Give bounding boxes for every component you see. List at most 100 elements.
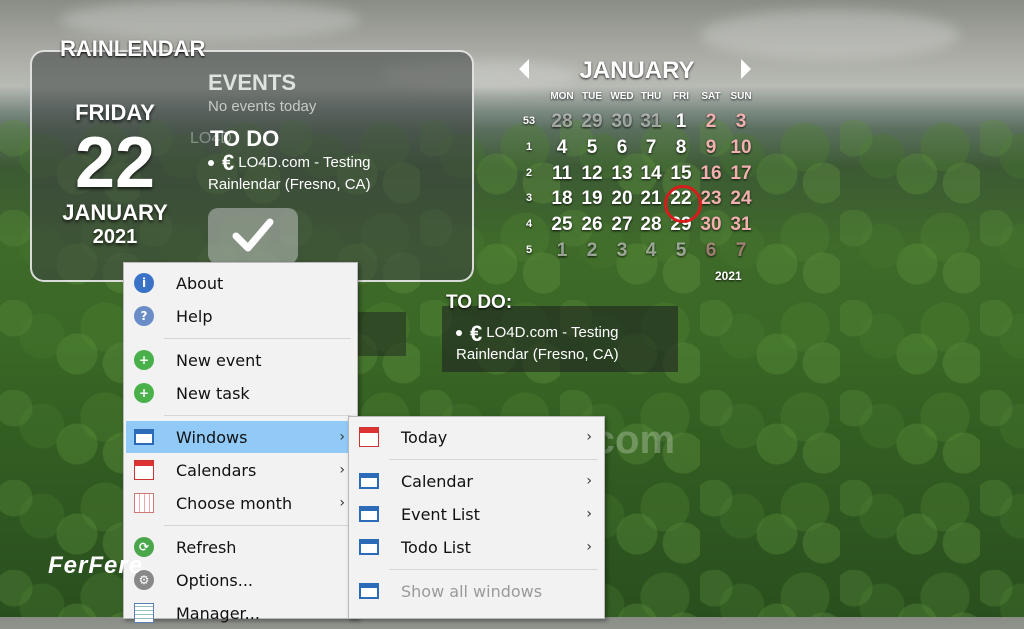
calendar-day[interactable]: 25: [547, 214, 577, 236]
calendar-icon: [134, 460, 154, 480]
calendar-day[interactable]: 6: [607, 137, 637, 159]
menu-item-calendars[interactable]: Calendars ›: [126, 454, 355, 486]
calendar-day[interactable]: 12: [577, 163, 607, 185]
menu-item-label: Manager...: [176, 603, 260, 623]
menu-item-choose-month[interactable]: Choose month ›: [126, 487, 355, 519]
calendar-day[interactable]: 6: [696, 240, 726, 262]
menu-separator: [164, 525, 351, 526]
calendar-day[interactable]: 2: [577, 240, 607, 262]
calendar-day[interactable]: 1: [547, 240, 577, 262]
chevron-right-icon: ›: [586, 506, 592, 522]
calendar-day[interactable]: 8: [666, 137, 696, 159]
year-label: 2021: [92, 226, 138, 248]
calendar-day[interactable]: 30: [607, 111, 637, 133]
calendar-day[interactable]: 15: [666, 163, 696, 185]
calendar-day[interactable]: 27: [607, 214, 637, 236]
calendar-day[interactable]: 5: [577, 137, 607, 159]
calendar-day[interactable]: 29: [577, 111, 607, 133]
complete-task-button[interactable]: [208, 208, 298, 264]
calendar-day[interactable]: 2: [696, 111, 726, 133]
todo-item[interactable]: € LO4D.com - Testing Rainlendar (Fresno, …: [208, 152, 428, 196]
window-icon: [359, 506, 379, 522]
weekday-header: MON: [550, 91, 574, 102]
plus-icon: +: [134, 350, 154, 370]
menu-item-new-task[interactable]: + New task: [126, 377, 355, 409]
calendar-day[interactable]: 20: [607, 188, 637, 210]
plus-icon: +: [134, 383, 154, 403]
info-icon: i: [134, 273, 154, 293]
month-grid-icon: [134, 493, 154, 513]
calendar-day[interactable]: 19: [577, 188, 607, 210]
calendar-day[interactable]: 1: [666, 111, 696, 133]
menu-item-help[interactable]: ? Help: [126, 300, 355, 332]
next-month-icon[interactable]: [741, 59, 751, 79]
todo-list-widget: TO DO: € LO4D.com - Testing Rainlendar (F…: [442, 292, 678, 372]
week-number: 53: [522, 115, 536, 127]
calendar-day[interactable]: 17: [726, 163, 756, 185]
calendar-day[interactable]: 4: [547, 137, 577, 159]
menu-item-todo-list[interactable]: Todo List ›: [351, 531, 602, 563]
manager-icon: [134, 603, 154, 623]
menu-separator: [389, 459, 598, 460]
todo-list-item[interactable]: € LO4D.com - Testing Rainlendar (Fresno, …: [456, 322, 676, 365]
today-highlight-ring: [664, 185, 702, 223]
menu-item-label: New task: [176, 383, 250, 403]
calendar-day[interactable]: 5: [666, 240, 696, 262]
week-number: 3: [525, 192, 533, 204]
menu-item-label: Windows: [176, 427, 248, 447]
menu-item-event-list[interactable]: Event List ›: [351, 498, 602, 530]
calendar-day[interactable]: 21: [636, 188, 666, 210]
menu-item-today[interactable]: Today ›: [351, 421, 602, 453]
chevron-right-icon: ›: [586, 473, 592, 489]
calendar-day[interactable]: 28: [636, 214, 666, 236]
calendar-day[interactable]: 24: [726, 188, 756, 210]
calendar-day[interactable]: 9: [696, 137, 726, 159]
calendar-day[interactable]: 26: [577, 214, 607, 236]
calendar-day[interactable]: 14: [636, 163, 666, 185]
menu-item-label: Today: [401, 427, 448, 447]
menu-item-label: Options...: [176, 570, 253, 590]
cloud: [700, 10, 960, 60]
calendar-day[interactable]: 4: [636, 240, 666, 262]
context-menu: i About? Help + New event + New task Windows › Ca…: [123, 262, 358, 623]
calendar-day[interactable]: 31: [636, 111, 666, 133]
bullet-icon: [456, 330, 462, 337]
menu-item-calendar[interactable]: Calendar ›: [351, 465, 602, 497]
weekday-header: SAT: [701, 91, 721, 102]
calendar-day[interactable]: 7: [726, 240, 756, 262]
calendar-day[interactable]: 11: [547, 163, 577, 185]
today-date-block: FRIDAY 22 JANUARY 2021: [40, 100, 190, 249]
calendar-day[interactable]: 3: [607, 240, 637, 262]
menu-item-windows[interactable]: Windows ›: [126, 421, 355, 453]
weekday-header: SUN: [730, 91, 752, 102]
help-icon: ?: [134, 306, 154, 326]
calendar-day[interactable]: 10: [726, 137, 756, 159]
previous-month-icon[interactable]: [519, 59, 529, 79]
menu-item-manager[interactable]: Manager...: [126, 597, 355, 629]
calendar-day[interactable]: 16: [696, 163, 726, 185]
menu-item-about[interactable]: i About: [126, 267, 355, 299]
calendar-day[interactable]: 3: [726, 111, 756, 133]
calendar-day[interactable]: 13: [607, 163, 637, 185]
week-number: 1: [525, 141, 533, 153]
menu-item-refresh[interactable]: ⟳ Refresh: [126, 531, 355, 563]
calendar-day[interactable]: 31: [726, 214, 756, 236]
calendar-day[interactable]: 18: [547, 188, 577, 210]
menu-item-label: New event: [176, 350, 262, 370]
calendar-day[interactable]: 7: [636, 137, 666, 159]
calendar-day[interactable]: 28: [547, 111, 577, 133]
menu-item-options[interactable]: ⚙ Options...: [126, 564, 355, 596]
checkmark-icon: [232, 218, 274, 252]
euro-icon: €: [222, 150, 235, 176]
calendar-month-title: JANUARY: [579, 57, 695, 84]
menu-item-new-event[interactable]: + New event: [126, 344, 355, 376]
menu-separator: [164, 415, 351, 416]
menu-item-label: Calendar: [401, 471, 473, 491]
todo-heading: TO DO: [210, 126, 280, 151]
menu-item-label: Event List: [401, 504, 480, 524]
weekday-header: THU: [640, 91, 662, 102]
calendar-day[interactable]: 30: [696, 214, 726, 236]
menu-separator: [389, 569, 598, 570]
day-number: 22: [74, 123, 156, 203]
menu-separator: [164, 338, 351, 339]
